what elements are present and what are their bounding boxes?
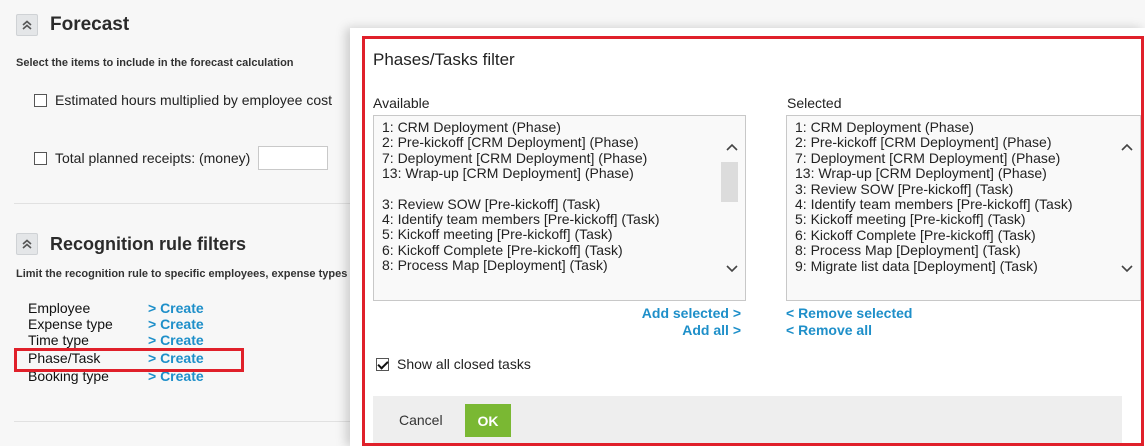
rule-label: Employee (28, 300, 91, 316)
receipts-checkbox[interactable] (34, 151, 47, 165)
rule-row-expense-type: Expense type > Create (28, 316, 204, 332)
create-expense-type-link[interactable]: > Create (148, 316, 204, 332)
forecast-hours-option[interactable]: Estimated hours multiplied by employee c… (34, 92, 332, 108)
section-divider (14, 203, 350, 204)
rule-row-employee: Employee > Create (28, 300, 204, 316)
double-chevron-up-icon (22, 239, 32, 249)
forecast-receipts-option[interactable]: Total planned receipts: (money) (34, 146, 329, 170)
double-chevron-up-icon (22, 20, 32, 30)
forecast-description: Select the items to include in the forec… (16, 57, 294, 69)
hours-checkbox[interactable] (34, 93, 47, 107)
create-time-type-link[interactable]: > Create (148, 332, 204, 348)
hours-option-label: Estimated hours multiplied by employee c… (55, 92, 333, 108)
dialog-highlight (362, 36, 1144, 446)
rule-row-time-type: Time type > Create (28, 332, 204, 348)
recognition-description: Limit the recognition rule to specific e… (16, 268, 348, 280)
forecast-header: Forecast (16, 14, 129, 36)
rule-label: Expense type (28, 316, 113, 332)
receipts-input[interactable] (258, 146, 329, 170)
receipts-option-label: Total planned receipts: (money) (55, 150, 251, 166)
collapse-forecast-button[interactable] (16, 14, 38, 36)
forecast-title: Forecast (50, 14, 130, 35)
create-employee-link[interactable]: > Create (148, 300, 204, 316)
rule-label: Time type (28, 332, 89, 348)
collapse-recognition-button[interactable] (16, 233, 38, 255)
section-divider (14, 421, 350, 422)
phase-task-highlight (14, 348, 244, 372)
recognition-header: Recognition rule filters (16, 233, 246, 255)
recognition-title: Recognition rule filters (50, 233, 247, 254)
